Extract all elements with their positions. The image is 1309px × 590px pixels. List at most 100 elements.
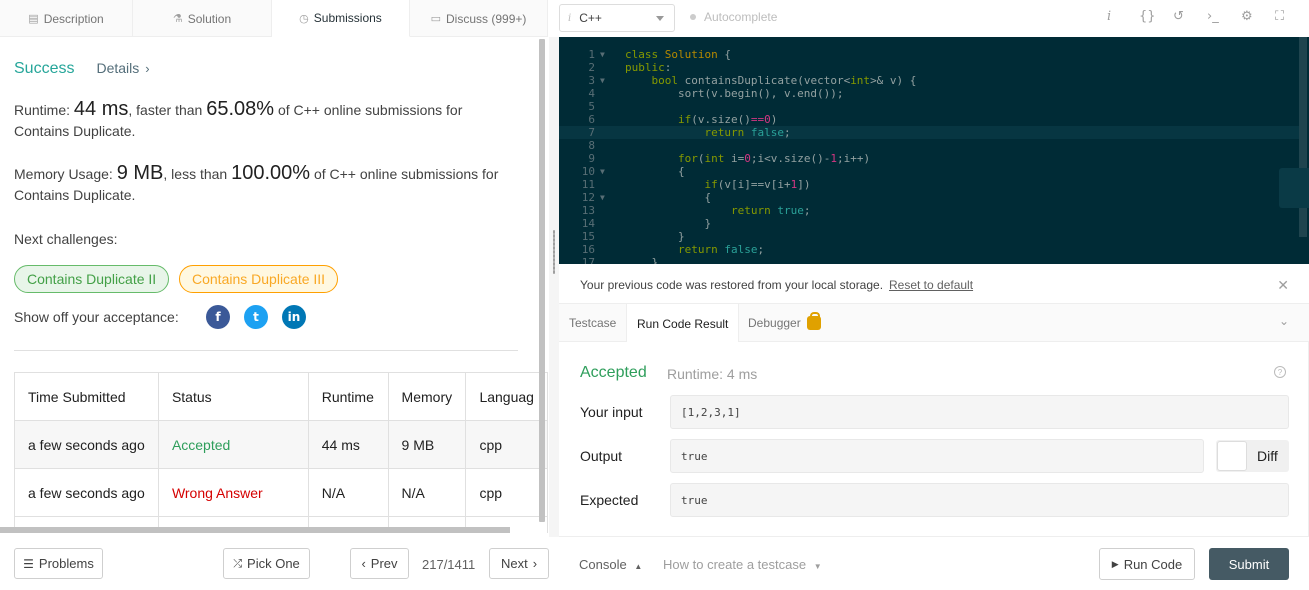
- fullscreen-icon[interactable]: ⛶: [1275, 9, 1284, 24]
- tab-submissions[interactable]: ◷ Submissions: [272, 0, 410, 37]
- braces-icon[interactable]: {}: [1139, 9, 1156, 24]
- tab-debugger[interactable]: Debugger: [738, 304, 831, 342]
- settings-icon[interactable]: ⚙: [1241, 9, 1253, 24]
- result-runtime: Runtime: 4 ms: [667, 366, 758, 382]
- cell-runtime: N/A: [307, 468, 389, 517]
- cell-time: a few seconds ago: [14, 420, 159, 469]
- expected-value: true: [670, 483, 1289, 517]
- cell-runtime: 44 ms: [307, 420, 389, 469]
- code-line: 2 public:: [588, 61, 672, 74]
- prev-label: Prev: [370, 556, 398, 571]
- problem-index: 217/1411: [422, 557, 476, 572]
- cell-language: cpp: [465, 420, 548, 469]
- how-to-testcase-link[interactable]: How to create a testcase ▼: [663, 557, 822, 572]
- tab-description-label: Description: [43, 11, 104, 26]
- table-row[interactable]: a few seconds ago Accepted 44 ms 9 MB cp…: [14, 420, 548, 469]
- code-line: 11 if(v[i]==v[i+1]): [581, 178, 811, 191]
- runtime-value: 44 ms: [73, 98, 129, 120]
- code-line: 14 }: [581, 217, 712, 230]
- chevron-left-icon: ‹: [361, 556, 366, 571]
- code-line: 4 sort(v.begin(), v.end());: [588, 87, 844, 100]
- tab-solution-label: Solution: [187, 11, 232, 26]
- tab-discuss[interactable]: ▭ Discuss (999+): [410, 0, 548, 37]
- pick-one-button[interactable]: ⤮ Pick One: [223, 548, 310, 579]
- code-line: 10 ▼ {: [581, 165, 685, 178]
- panel-splitter[interactable]: [549, 37, 559, 537]
- code-line: 9 for(int i=0;i<v.size()-1;i++): [588, 152, 871, 165]
- run-code-button[interactable]: ▶ Run Code: [1099, 548, 1195, 580]
- cell-status[interactable]: Wrong Answer: [157, 468, 309, 517]
- column-header[interactable]: Status: [157, 372, 309, 421]
- column-header[interactable]: Time Submitted: [14, 372, 159, 421]
- input-value: [1,2,3,1]: [670, 395, 1289, 429]
- facebook-icon[interactable]: f: [206, 305, 230, 329]
- tab-description[interactable]: ▤ Description: [0, 0, 133, 37]
- cell-time: a few seconds ago: [14, 468, 159, 517]
- drag-handle-icon[interactable]: [553, 230, 555, 274]
- next-button[interactable]: Next ›: [489, 548, 549, 579]
- next-label: Next: [500, 556, 528, 571]
- details-link[interactable]: Details: [96, 60, 139, 76]
- tab-testcase[interactable]: Testcase: [559, 304, 626, 342]
- caret-up-icon: ▲: [634, 562, 643, 571]
- diff-toggle[interactable]: Diff: [1216, 440, 1289, 472]
- memory-stat: Memory Usage: 9 MB, less than 100.00% of…: [14, 163, 514, 206]
- terminal-icon[interactable]: ›_: [1207, 9, 1219, 24]
- code-editor[interactable]: 1 ▼ class Solution { 2 public: 3 ▼ bool cont…: [559, 37, 1309, 264]
- problem-tabs: ▤ Description ⚗ Solution ◷ Submissions ▭…: [0, 0, 548, 37]
- result-status: Accepted: [580, 364, 647, 381]
- chevron-down-icon[interactable]: ⌄: [1279, 314, 1289, 328]
- notice-text: Your previous code was restored from you…: [580, 278, 884, 292]
- code-line: 6 if(v.size()==0): [588, 113, 778, 126]
- copy-icon[interactable]: [1279, 168, 1309, 208]
- close-icon[interactable]: ✕: [1277, 278, 1289, 294]
- submit-button[interactable]: Submit: [1209, 548, 1289, 580]
- vertical-scrollbar[interactable]: [539, 39, 545, 522]
- challenge-chip[interactable]: Contains Duplicate II: [14, 265, 170, 293]
- restore-notice: Your previous code was restored from you…: [559, 264, 1309, 304]
- cell-status[interactable]: Accepted: [157, 420, 309, 469]
- lock-icon: [806, 312, 821, 330]
- tab-debugger-label: Debugger: [748, 316, 801, 330]
- twitter-icon[interactable]: t: [244, 305, 268, 329]
- column-header[interactable]: Languag: [465, 372, 548, 421]
- tab-run-code-result[interactable]: Run Code Result: [626, 304, 740, 343]
- challenge-chip[interactable]: Contains Duplicate III: [179, 265, 339, 293]
- pick-one-label: Pick One: [247, 556, 300, 571]
- divider: [14, 350, 518, 351]
- output-label: Output: [580, 448, 623, 464]
- run-code-label: Run Code: [1123, 556, 1183, 572]
- problems-button[interactable]: ☰ Problems: [14, 548, 103, 579]
- result-tabs: Testcase Run Code Result Debugger ⌄: [559, 304, 1309, 343]
- diff-label: Diff: [1257, 448, 1278, 464]
- tab-submissions-label: Submissions: [313, 11, 382, 25]
- linkedin-icon[interactable]: in: [282, 305, 306, 329]
- horizontal-scrollbar[interactable]: [0, 527, 510, 533]
- language-select[interactable]: i C++: [559, 4, 675, 32]
- prev-button[interactable]: ‹ Prev: [350, 548, 409, 579]
- info-icon[interactable]: i: [1107, 9, 1111, 24]
- input-label: Your input: [580, 404, 643, 420]
- code-line: 8: [588, 139, 595, 152]
- reset-to-default-link[interactable]: Reset to default: [889, 278, 973, 292]
- tab-discuss-label: Discuss (999+): [446, 11, 527, 26]
- code-line: 13 return true;: [581, 204, 811, 217]
- list-icon: ☰: [23, 556, 34, 571]
- runtime-stat: Runtime: 44 ms, faster than 65.08% of C+…: [14, 99, 514, 142]
- run-code-result-panel: Accepted Runtime: 4 ms ? Your input [1,2…: [559, 342, 1309, 537]
- next-challenges-label: Next challenges:: [14, 231, 118, 247]
- how-to-label: How to create a testcase: [663, 557, 807, 572]
- tab-solution[interactable]: ⚗ Solution: [133, 0, 272, 37]
- column-header[interactable]: Memory: [387, 372, 467, 421]
- submissions-table: Time Submitted Status Runtime Memory Lan…: [14, 372, 548, 533]
- console-toggle[interactable]: Console ▲: [579, 557, 642, 572]
- problems-button-label: Problems: [38, 556, 94, 571]
- column-header[interactable]: Runtime: [307, 372, 389, 421]
- autocomplete-toggle[interactable]: Autocomplete: [690, 10, 777, 24]
- reset-icon[interactable]: ↺: [1173, 9, 1184, 24]
- code-line: 1 ▼ class Solution {: [588, 48, 731, 61]
- code-line: 7 return false;: [559, 126, 1299, 139]
- console-label: Console: [579, 557, 627, 572]
- table-row[interactable]: a few seconds ago Wrong Answer N/A N/A c…: [14, 468, 548, 517]
- help-icon[interactable]: ?: [1274, 366, 1286, 378]
